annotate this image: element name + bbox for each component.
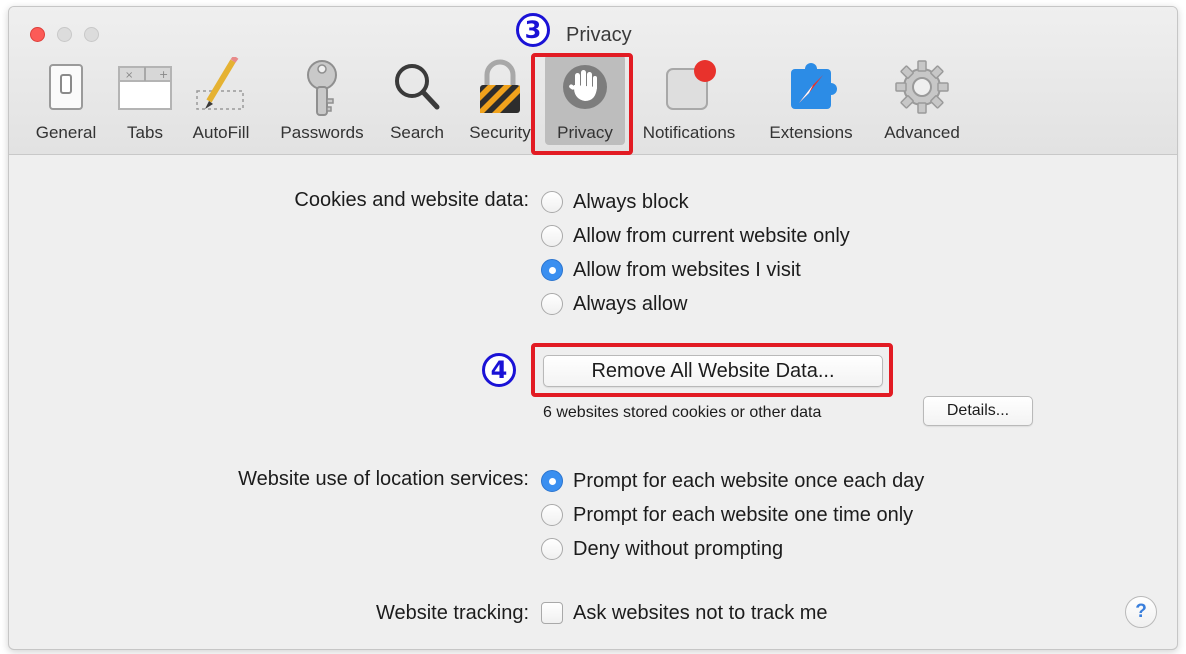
toolbar-label-advanced: Advanced	[884, 123, 960, 142]
tracking-checkbox-label: Ask websites not to track me	[573, 601, 828, 624]
toolbar-item-search[interactable]: Search	[379, 57, 455, 147]
cookies-option-label: Allow from current website only	[573, 224, 850, 247]
toolbar-label-extensions: Extensions	[769, 123, 853, 142]
details-button[interactable]: Details...	[923, 396, 1033, 426]
toolbar-label-tabs: Tabs	[127, 123, 163, 142]
svg-text:+: +	[159, 68, 168, 81]
cookies-option-current-website[interactable]: Allow from current website only	[541, 222, 850, 250]
toolbar-item-autofill[interactable]: AutoFill	[182, 55, 260, 147]
step-3-marker: 3	[516, 13, 550, 47]
cookies-option-label: Always allow	[573, 292, 688, 315]
autofill-pencil-icon	[191, 55, 251, 119]
stored-websites-text: 6 websites stored cookies or other data	[543, 404, 822, 421]
privacy-pane: Cookies and website data: Always block A…	[9, 156, 1177, 649]
tracking-option[interactable]: Ask websites not to track me	[541, 599, 828, 627]
cookies-option-always-allow[interactable]: Always allow	[541, 290, 687, 318]
location-option-deny[interactable]: Deny without prompting	[541, 535, 783, 563]
radio-always-block[interactable]	[541, 191, 563, 213]
puzzle-compass-icon	[781, 57, 841, 119]
remove-data-highlight-box	[531, 343, 893, 397]
privacy-highlight-box	[531, 53, 633, 155]
preferences-window: Privacy General × + Tabs AutoFill Passwo…	[8, 6, 1178, 650]
close-window-button[interactable]	[30, 27, 45, 42]
location-option-once-each-day[interactable]: Prompt for each website once each day	[541, 467, 924, 495]
tabs-icon: × +	[115, 57, 175, 119]
radio-one-time-only[interactable]	[541, 504, 563, 526]
cookies-option-label: Allow from websites I visit	[573, 258, 801, 281]
cookies-option-label: Always block	[573, 190, 689, 213]
toolbar-item-passwords[interactable]: Passwords	[265, 57, 379, 147]
radio-current-website[interactable]	[541, 225, 563, 247]
toolbar-item-general[interactable]: General	[27, 57, 105, 147]
toolbar-label-passwords: Passwords	[280, 123, 364, 142]
toolbar-label-security: Security	[469, 123, 531, 142]
svg-text:×: ×	[125, 70, 133, 81]
toolbar-label-autofill: AutoFill	[192, 123, 250, 142]
radio-websites-visit[interactable]	[541, 259, 563, 281]
cookies-label: Cookies and website data:	[294, 189, 529, 211]
do-not-track-checkbox[interactable]	[541, 602, 563, 624]
gear-icon	[892, 57, 952, 119]
step-4-marker: 4	[482, 353, 516, 387]
toolbar-item-tabs[interactable]: × + Tabs	[113, 57, 177, 147]
window-title: Privacy	[566, 24, 632, 46]
zoom-window-button[interactable]	[84, 27, 99, 42]
location-option-label: Deny without prompting	[573, 537, 784, 560]
toolbar-label-notifications: Notifications	[642, 123, 736, 142]
location-option-label: Prompt for each website once each day	[573, 469, 925, 492]
radio-deny-without-prompting[interactable]	[541, 538, 563, 560]
radio-once-each-day[interactable]	[541, 470, 563, 492]
help-button[interactable]: ?	[1125, 596, 1157, 628]
general-switch-icon	[36, 57, 96, 119]
cookies-option-websites-visit[interactable]: Allow from websites I visit	[541, 256, 801, 284]
toolbar-label-search: Search	[390, 123, 444, 142]
location-option-one-time-only[interactable]: Prompt for each website one time only	[541, 501, 913, 529]
toolbar-item-notifications[interactable]: Notifications	[629, 57, 749, 147]
toolbar-label-general: General	[35, 123, 97, 142]
padlock-icon	[470, 57, 530, 119]
toolbar-item-advanced[interactable]: Advanced	[871, 57, 973, 147]
minimize-window-button[interactable]	[57, 27, 72, 42]
magnifier-icon	[387, 57, 447, 119]
radio-always-allow[interactable]	[541, 293, 563, 315]
location-option-label: Prompt for each website one time only	[573, 503, 914, 526]
cookies-option-always-block[interactable]: Always block	[541, 188, 689, 216]
tracking-label: Website tracking:	[375, 602, 529, 624]
notification-badge-icon	[659, 57, 719, 119]
toolbar-item-extensions[interactable]: Extensions	[753, 57, 869, 147]
location-label: Website use of location services:	[238, 468, 529, 490]
toolbar-item-security[interactable]: Security	[458, 57, 542, 147]
key-icon	[292, 57, 352, 119]
